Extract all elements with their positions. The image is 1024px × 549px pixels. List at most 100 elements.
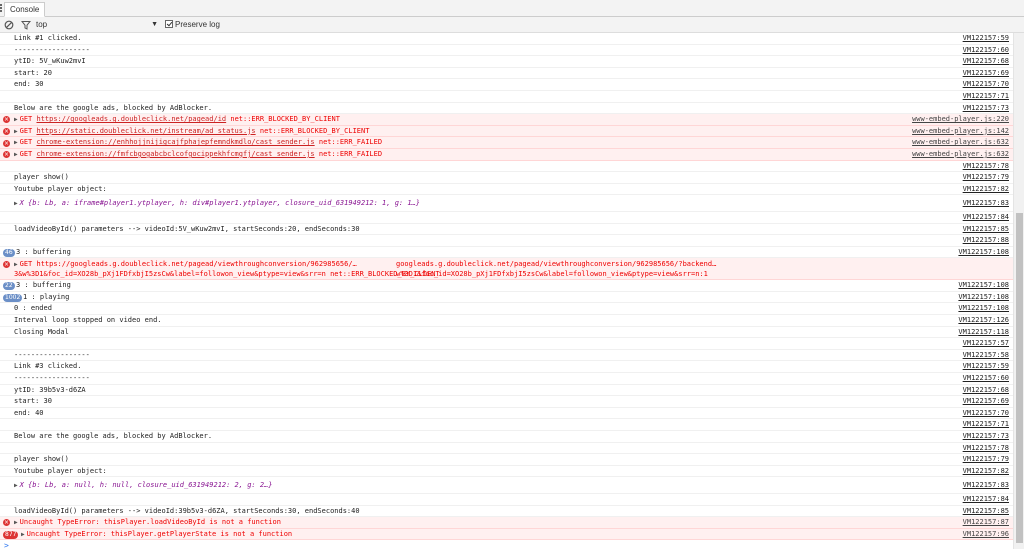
error-status: net::ERR_BLOCKED_BY_CLIENT	[255, 126, 370, 135]
source-link[interactable]: VM122157:96	[963, 529, 1009, 541]
source-link[interactable]: VM122157:78	[963, 443, 1009, 455]
source-link[interactable]: VM122157:84	[963, 212, 1009, 224]
source-link[interactable]: VM122157:71	[963, 419, 1009, 431]
error-url-link[interactable]: https://googleads.g.doubleclick.net/page…	[36, 115, 226, 123]
log-message: 3 : buffering	[16, 281, 71, 290]
object-preview[interactable]: ▶ X {b: Lb, a: null, h: null, closure_uid…	[14, 477, 953, 495]
context-selector[interactable]: top ▼	[36, 19, 160, 31]
expand-arrow-icon[interactable]: ▶	[21, 531, 25, 538]
source-link[interactable]: VM122157:79	[963, 454, 1009, 466]
source-link[interactable]: VM122157:88	[963, 235, 1009, 247]
chevron-down-icon: ▼	[151, 21, 158, 28]
source-link[interactable]: VM122157:68	[963, 385, 1009, 397]
log-message: Closing Modal	[14, 327, 69, 336]
preserve-log-checkbox[interactable]	[165, 20, 173, 28]
error-status: net::ERR_FAILED	[314, 149, 383, 158]
source-link[interactable]: VM122157:69	[963, 396, 1009, 408]
source-link[interactable]: VM122157:69	[963, 68, 1009, 80]
source-link[interactable]: VM122157:126	[958, 315, 1009, 327]
log-message: loadVideoById() parameters --> videoId:5…	[14, 224, 360, 233]
error-text: Uncaught TypeError: thisPlayer.getPlayer…	[26, 529, 293, 538]
source-link[interactable]: VM122157:68	[963, 56, 1009, 68]
expand-arrow-icon[interactable]: ▶	[14, 116, 18, 123]
expand-arrow-icon[interactable]: ▶	[14, 482, 18, 489]
source-link[interactable]: VM122157:60	[963, 45, 1009, 57]
preserve-log-toggle[interactable]: Preserve log	[165, 19, 220, 31]
source-link[interactable]: VM122157:59	[963, 361, 1009, 373]
source-link[interactable]: www-embed-player.js:632	[912, 149, 1009, 161]
expand-arrow-icon[interactable]: ▶	[14, 151, 18, 158]
source-link[interactable]: www-embed-player.js:220	[912, 114, 1009, 126]
expand-arrow-icon[interactable]: ▶	[14, 519, 18, 526]
source-link[interactable]: VM122157:108	[958, 303, 1009, 315]
expand-arrow-icon[interactable]: ▶	[14, 261, 18, 268]
source-link[interactable]: www-embed-player.js:142	[912, 126, 1009, 138]
source-link[interactable]: VM122157:108	[958, 292, 1009, 304]
log-message: end: 40	[14, 408, 44, 417]
error-status: net::ERR_BLOCKED_BY_CLIENT	[226, 115, 340, 124]
drawer-menu-icon[interactable]	[0, 4, 3, 13]
console-error-row: × ▶ GET chrome-extension://enhhojjnijigcaj…	[0, 137, 1013, 149]
console-log-row: ▶ X {b: Lb, a: null, h: null, closure_uid…	[0, 477, 1013, 494]
source-link[interactable]: VM122157:85	[963, 506, 1009, 518]
console-log-row: VM122157:71	[0, 91, 1013, 103]
source-link[interactable]: VM122157:108	[958, 247, 1009, 259]
repeat-count-badge: 46	[3, 248, 15, 257]
console-log-row: VM122157:57	[0, 338, 1013, 350]
source-link[interactable]: VM122157:78	[963, 161, 1009, 173]
log-message: ytID: 5V_wKuw2mvI	[14, 57, 86, 66]
source-link[interactable]: VM122157:60	[963, 373, 1009, 385]
console-log-row: Closing Modal VM122157:118	[0, 327, 1013, 339]
source-link[interactable]: VM122157:73	[963, 103, 1009, 115]
clear-console-icon[interactable]	[4, 20, 14, 30]
console-log-row: VM122157:71	[0, 419, 1013, 431]
source-link[interactable]: VM122157:70	[963, 408, 1009, 420]
expand-arrow-icon[interactable]: ▶	[14, 200, 18, 207]
source-link[interactable]: VM122157:73	[963, 431, 1009, 443]
error-url-detail[interactable]: googleads.g.doubleclick.net/pagead/viewt…	[396, 259, 1013, 279]
source-link[interactable]: VM122157:79	[963, 172, 1009, 184]
source-link[interactable]: www-embed-player.js:632	[912, 137, 1009, 149]
error-text: Uncaught TypeError: thisPlayer.loadVideo…	[19, 518, 281, 527]
source-link[interactable]: VM122157:84	[963, 494, 1009, 506]
expand-arrow-icon[interactable]: ▶	[14, 128, 18, 135]
object-text: X {b: Lb, a: iframe#player1.ytplayer, h:…	[19, 199, 420, 208]
source-link[interactable]: VM122157:59	[963, 33, 1009, 45]
source-link[interactable]: VM122157:57	[963, 338, 1009, 350]
console-log-row: Link #1 clicked. VM122157:59	[0, 33, 1013, 45]
repeat-count-badge: 877	[3, 530, 19, 539]
source-link[interactable]: VM122157:118	[958, 327, 1009, 339]
expand-arrow-icon[interactable]: ▶	[14, 139, 18, 146]
error-url-link[interactable]: https://static.doubleclick.net/instream/…	[36, 127, 255, 135]
console-error-row: × ▶ Uncaught TypeError: thisPlayer.loadVid…	[0, 517, 1013, 529]
source-link[interactable]: VM122157:58	[963, 350, 1009, 362]
source-link[interactable]: VM122157:83	[963, 477, 1009, 494]
console-log-row: Below are the google ads, blocked by AdB…	[0, 431, 1013, 443]
error-method: GET	[19, 149, 37, 158]
console-scrollbar[interactable]	[1013, 33, 1024, 549]
object-text: X {b: Lb, a: null, h: null, closure_uid_…	[19, 481, 273, 490]
object-preview[interactable]: ▶ X {b: Lb, a: iframe#player1.ytplayer, h…	[14, 195, 953, 213]
error-icon: ×	[3, 139, 10, 147]
console-error-row: × ▶ GET https://static.doubleclick.net/ins…	[0, 125, 1013, 138]
error-text: GET https://googleads.g.doubleclick.net/…	[19, 260, 357, 269]
error-url-link[interactable]: chrome-extension://fmfcbgogabcbclcofgoci…	[36, 150, 314, 158]
log-message: end: 30	[14, 80, 44, 89]
error-url-link[interactable]: chrome-extension://enhhojjnijigcajfphaje…	[36, 138, 314, 146]
source-link[interactable]: VM122157:71	[963, 91, 1009, 103]
source-link[interactable]: VM122157:82	[963, 466, 1009, 478]
error-message: ▶ GET https://static.doubleclick.net/inst…	[14, 126, 953, 138]
source-link[interactable]: VM122157:108	[958, 280, 1009, 292]
source-link[interactable]: VM122157:83	[963, 195, 1009, 212]
log-message: ------------------	[14, 45, 90, 54]
error-message: ▶ GET https://googleads.g.doubleclick.net…	[14, 259, 357, 269]
tab-console[interactable]: Console	[4, 2, 46, 17]
filter-icon[interactable]	[21, 20, 31, 30]
scrollbar-thumb[interactable]	[1016, 213, 1023, 543]
source-link[interactable]: VM122157:70	[963, 79, 1009, 91]
console-log-row: loadVideoById() parameters --> videoId:5…	[0, 224, 1013, 236]
source-link[interactable]: VM122157:82	[963, 184, 1009, 196]
source-link[interactable]: VM122157:85	[963, 224, 1009, 236]
console-prompt[interactable]: >	[0, 540, 1013, 549]
source-link[interactable]: VM122157:87	[963, 517, 1009, 529]
